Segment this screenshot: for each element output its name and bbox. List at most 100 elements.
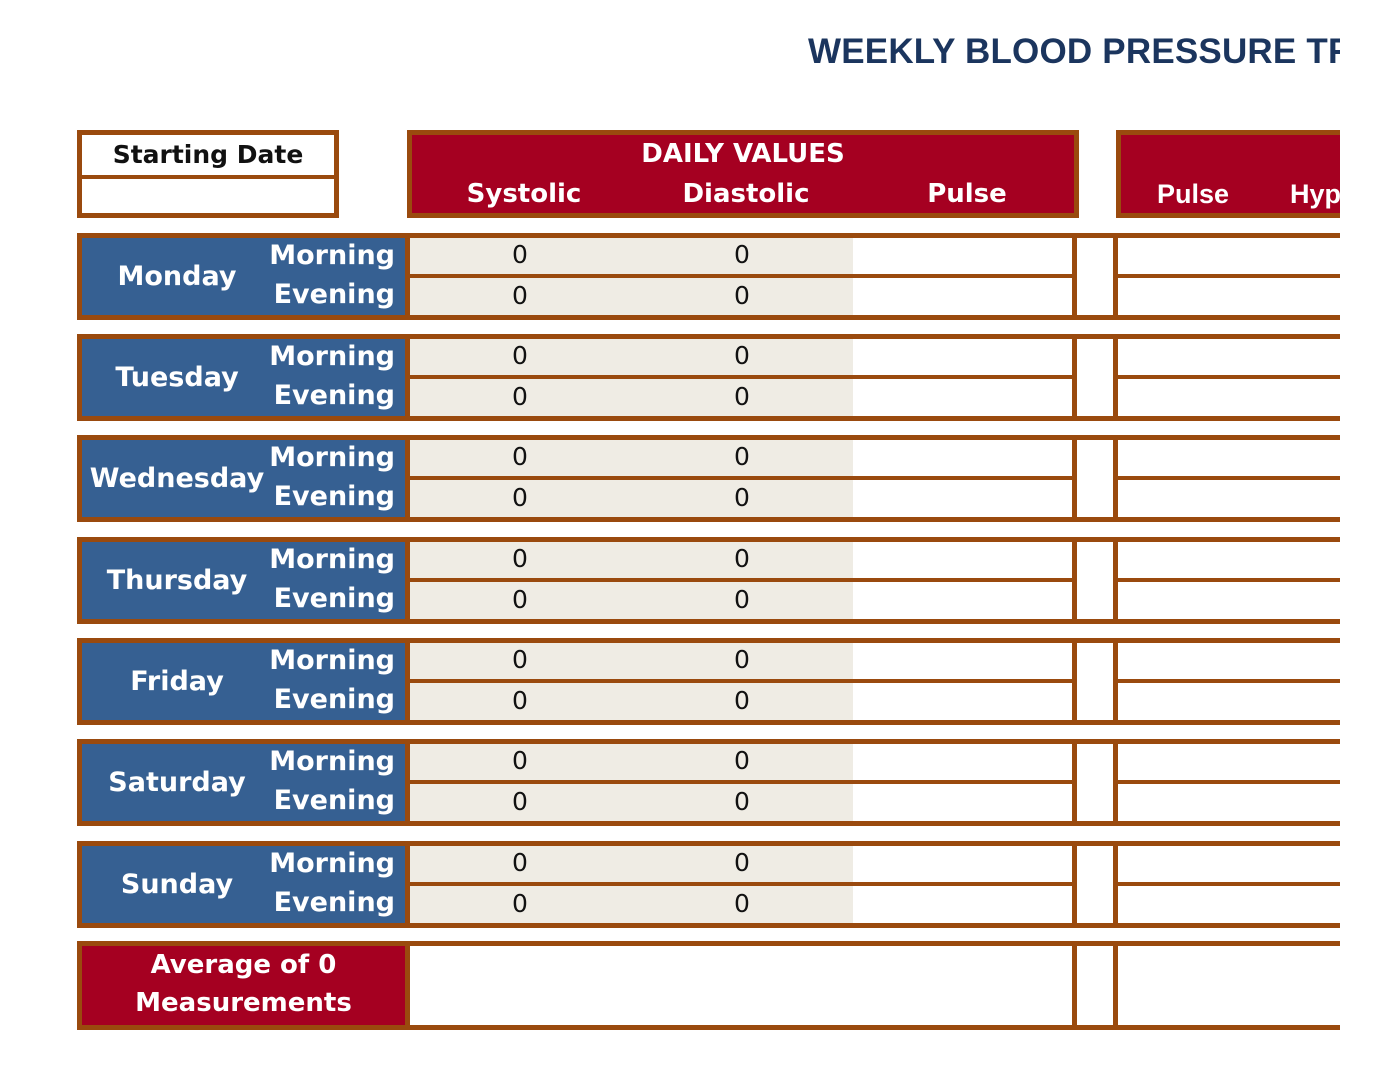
- period-evening-label: Evening: [273, 785, 395, 816]
- column-header-systolic: Systolic: [466, 179, 582, 209]
- day-row: Wednesday Morning Evening 0 0 0 0: [77, 435, 1340, 522]
- average-label-line2: Measurements: [135, 988, 352, 1018]
- systolic-morning-cell[interactable]: 0: [410, 848, 630, 877]
- column-header-pulse: Pulse: [927, 179, 1007, 209]
- right-summary-cells[interactable]: [1118, 334, 1340, 421]
- diastolic-evening-cell[interactable]: 0: [632, 787, 852, 816]
- day-row: Sunday Morning Evening 0 0 0 0: [77, 841, 1340, 928]
- gap-column: [1077, 334, 1118, 421]
- row-divider: [410, 274, 1072, 278]
- systolic-evening-cell[interactable]: 0: [410, 686, 630, 715]
- day-row: Friday Morning Evening 0 0 0 0: [77, 638, 1340, 725]
- diastolic-morning-cell[interactable]: 0: [632, 645, 852, 674]
- day-label-box: Wednesday Morning Evening: [77, 435, 410, 522]
- daily-values-cells: 0000: [410, 739, 1077, 826]
- diastolic-morning-cell[interactable]: 0: [632, 442, 852, 471]
- day-row: Thursday Morning Evening 0 0 0 0: [77, 537, 1340, 624]
- systolic-morning-cell[interactable]: 0: [410, 442, 630, 471]
- average-label-box: Average of 0 Measurements: [77, 941, 410, 1030]
- diastolic-morning-cell[interactable]: 0: [632, 341, 852, 370]
- systolic-evening-cell[interactable]: 0: [410, 483, 630, 512]
- row-divider: [1118, 679, 1340, 683]
- day-name: Tuesday: [115, 362, 239, 393]
- right-summary-cells[interactable]: [1118, 233, 1340, 320]
- row-divider: [410, 476, 1072, 480]
- row-divider: [410, 780, 1072, 784]
- right-summary-cells[interactable]: [1118, 435, 1340, 522]
- day-label-box: Thursday Morning Evening: [77, 537, 410, 624]
- right-summary-cells[interactable]: [1118, 739, 1340, 826]
- diastolic-evening-cell[interactable]: 0: [632, 889, 852, 918]
- row-divider: [1118, 476, 1340, 480]
- average-label-line1: Average of 0: [150, 950, 337, 980]
- diastolic-morning-cell[interactable]: 0: [632, 848, 852, 877]
- period-evening-label: Evening: [273, 583, 395, 614]
- diastolic-evening-cell[interactable]: 0: [632, 281, 852, 310]
- day-name: Monday: [117, 261, 237, 292]
- diastolic-evening-cell[interactable]: 0: [632, 585, 852, 614]
- day-name: Wednesday: [89, 463, 265, 494]
- row-divider: [1118, 375, 1340, 379]
- daily-values-cells: 0000: [410, 638, 1077, 725]
- daily-values-cells: 0000: [410, 435, 1077, 522]
- average-values: [410, 941, 1077, 1030]
- diastolic-evening-cell[interactable]: 0: [632, 382, 852, 411]
- daily-values-cells: 0000: [410, 334, 1077, 421]
- row-divider: [1118, 578, 1340, 582]
- diastolic-evening-cell[interactable]: 0: [632, 686, 852, 715]
- gap-column: [1077, 841, 1118, 928]
- gap-column: [1077, 435, 1118, 522]
- day-name: Saturday: [108, 767, 246, 798]
- day-row: Tuesday Morning Evening 0 0 0 0: [77, 334, 1340, 421]
- systolic-evening-cell[interactable]: 0: [410, 382, 630, 411]
- day-name: Sunday: [120, 869, 234, 900]
- diastolic-evening-cell[interactable]: 0: [632, 483, 852, 512]
- row-divider: [410, 882, 1072, 886]
- day-label-box: Saturday Morning Evening: [77, 739, 410, 826]
- starting-date-input[interactable]: [82, 179, 334, 213]
- starting-date-box: Starting Date: [77, 130, 339, 218]
- day-name: Thursday: [106, 565, 248, 596]
- systolic-morning-cell[interactable]: 0: [410, 341, 630, 370]
- day-label-box: Sunday Morning Evening: [77, 841, 410, 928]
- period-morning-label: Morning: [269, 848, 395, 879]
- systolic-morning-cell[interactable]: 0: [410, 240, 630, 269]
- diastolic-morning-cell[interactable]: 0: [632, 544, 852, 573]
- day-label-box: Monday Morning Evening: [77, 233, 410, 320]
- right-summary-cells[interactable]: [1118, 537, 1340, 624]
- systolic-morning-cell[interactable]: 0: [410, 746, 630, 775]
- daily-values-cells: 0000: [410, 841, 1077, 928]
- row-divider: [1118, 780, 1340, 784]
- right-summary-cells[interactable]: [1118, 841, 1340, 928]
- row-divider: [1118, 882, 1340, 886]
- systolic-evening-cell[interactable]: 0: [410, 889, 630, 918]
- day-name: Friday: [130, 666, 224, 697]
- gap-column: [1077, 638, 1118, 725]
- systolic-evening-cell[interactable]: 0: [410, 281, 630, 310]
- column-header-diastolic: Diastolic: [682, 179, 810, 209]
- systolic-evening-cell[interactable]: 0: [410, 585, 630, 614]
- period-morning-label: Morning: [269, 645, 395, 676]
- column-header-hyp: Hyp: [1290, 179, 1340, 209]
- gap-column: [1077, 739, 1118, 826]
- period-morning-label: Morning: [269, 442, 395, 473]
- diastolic-morning-cell[interactable]: 0: [632, 240, 852, 269]
- diastolic-morning-cell[interactable]: 0: [632, 746, 852, 775]
- period-evening-label: Evening: [273, 380, 395, 411]
- average-right-values: [1118, 941, 1340, 1030]
- period-evening-label: Evening: [273, 887, 395, 918]
- period-evening-label: Evening: [273, 481, 395, 512]
- period-morning-label: Morning: [269, 746, 395, 777]
- period-morning-label: Morning: [269, 341, 395, 372]
- row-divider: [410, 578, 1072, 582]
- daily-values-title: DAILY VALUES: [641, 139, 845, 169]
- row-divider: [410, 375, 1072, 379]
- systolic-morning-cell[interactable]: 0: [410, 544, 630, 573]
- right-summary-cells[interactable]: [1118, 638, 1340, 725]
- systolic-evening-cell[interactable]: 0: [410, 787, 630, 816]
- row-divider: [1118, 274, 1340, 278]
- systolic-morning-cell[interactable]: 0: [410, 645, 630, 674]
- page-title: WEEKLY BLOOD PRESSURE TR: [808, 32, 1340, 71]
- row-divider: [410, 679, 1072, 683]
- day-row: Monday Morning Evening 0 0 0 0: [77, 233, 1340, 320]
